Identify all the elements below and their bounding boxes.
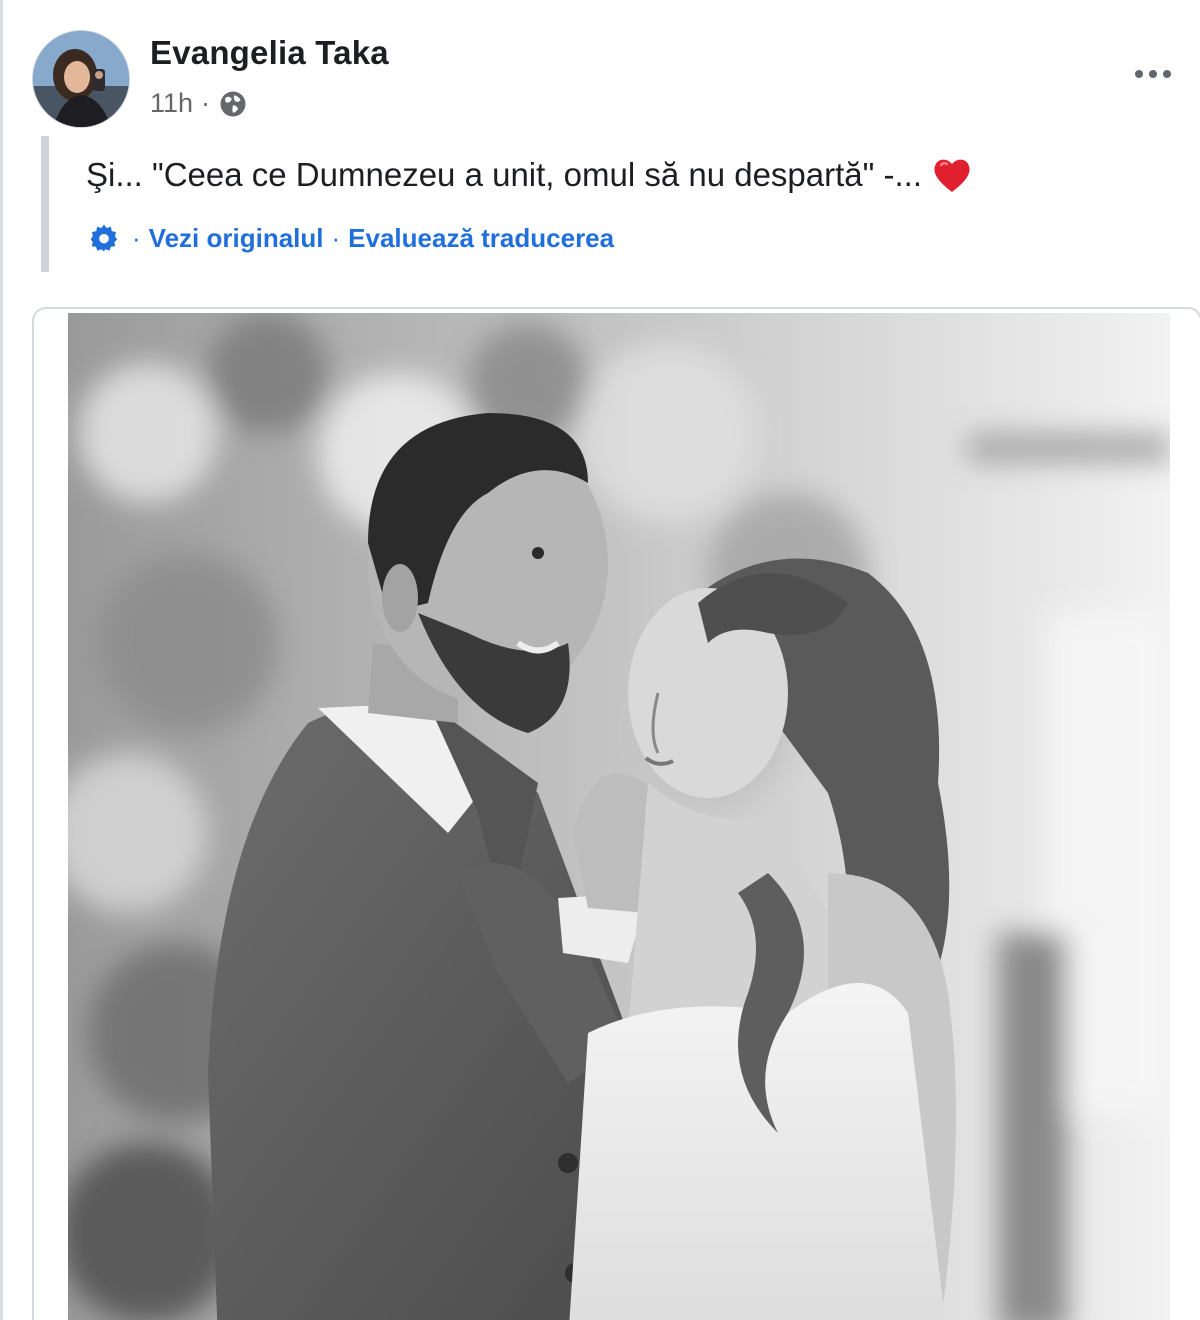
rate-translation-link[interactable]: Evaluează traducerea	[348, 223, 614, 254]
avatar-icon	[33, 31, 129, 127]
author-name[interactable]: Evangelia Taka	[150, 34, 389, 72]
post-meta: 11h ·	[150, 88, 248, 119]
translation-separator-2: ·	[331, 222, 341, 253]
post-text-content: Şi... "Ceea ce Dumnezeu a unit, omul să …	[86, 156, 923, 193]
post-card: Evangelia Taka 11h · Şi... "Ceea ce Dumn…	[0, 0, 1200, 1320]
post-text: Şi... "Ceea ce Dumnezeu a unit, omul să …	[86, 156, 972, 194]
globe-icon	[220, 91, 246, 116]
post-timestamp[interactable]: 11h	[150, 88, 193, 119]
post-photo-frame	[32, 307, 1200, 1320]
more-options-icon	[1135, 70, 1143, 78]
translation-actions: · Vezi originalul · Evaluează traducerea	[88, 222, 614, 254]
couple-photo	[68, 313, 1170, 1320]
more-options-button[interactable]	[1126, 58, 1180, 90]
see-original-link[interactable]: Vezi originalul	[149, 223, 324, 254]
more-options-icon-dot	[1163, 70, 1171, 78]
post-photo[interactable]	[68, 313, 1170, 1320]
author-avatar[interactable]	[32, 30, 130, 128]
translation-quote-bar	[41, 136, 49, 272]
gear-icon[interactable]	[88, 222, 120, 254]
translation-separator: ·	[132, 222, 141, 253]
meta-separator: ·	[201, 88, 211, 118]
more-options-icon-dot	[1149, 70, 1157, 78]
red-heart-icon	[934, 159, 970, 192]
card-left-border	[0, 0, 3, 1320]
